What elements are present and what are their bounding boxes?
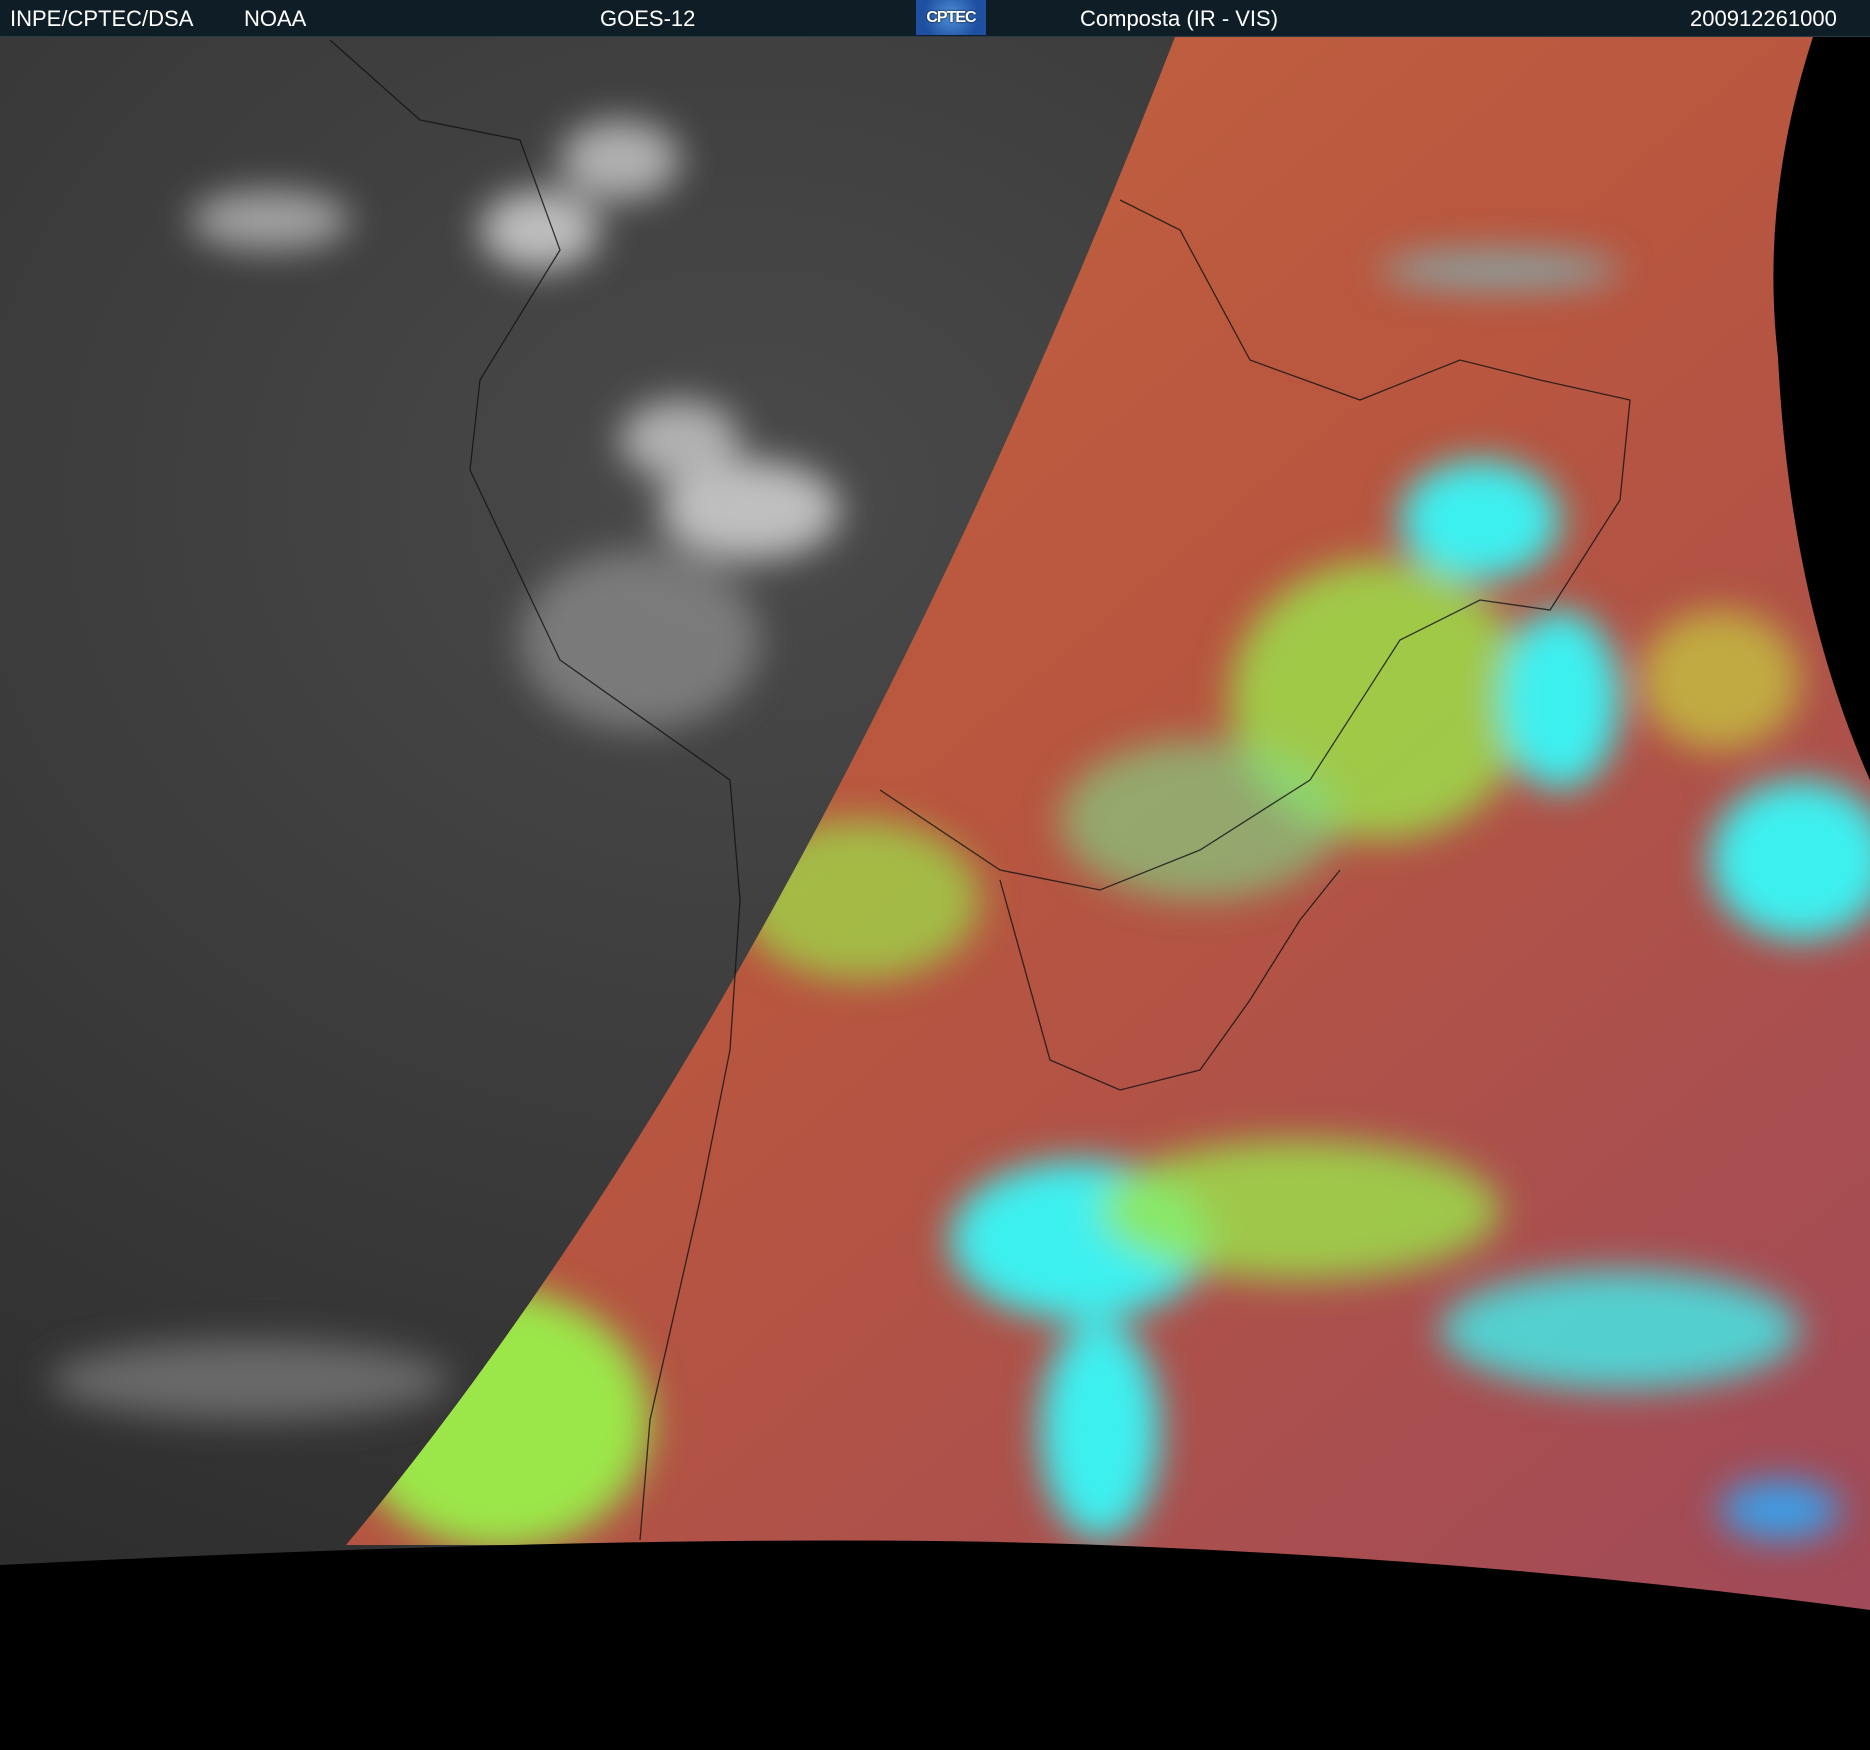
cptec-logo: CPTEC (916, 0, 986, 35)
org-label: INPE/CPTEC/DSA (10, 6, 194, 31)
satellite-composite-map (0, 37, 1870, 1750)
product-label: Composta (IR - VIS) (1080, 6, 1279, 31)
logo-text: CPTEC (926, 8, 976, 26)
image-header: INPE/CPTEC/DSA NOAA GOES-12 CPTEC Compos… (0, 0, 1870, 37)
agency-label: NOAA (244, 6, 307, 31)
timestamp-label: 200912261000 (1690, 6, 1837, 31)
satellite-image-viewer: INPE/CPTEC/DSA NOAA GOES-12 CPTEC Compos… (0, 0, 1870, 1750)
satellite-label: GOES-12 (600, 6, 696, 31)
